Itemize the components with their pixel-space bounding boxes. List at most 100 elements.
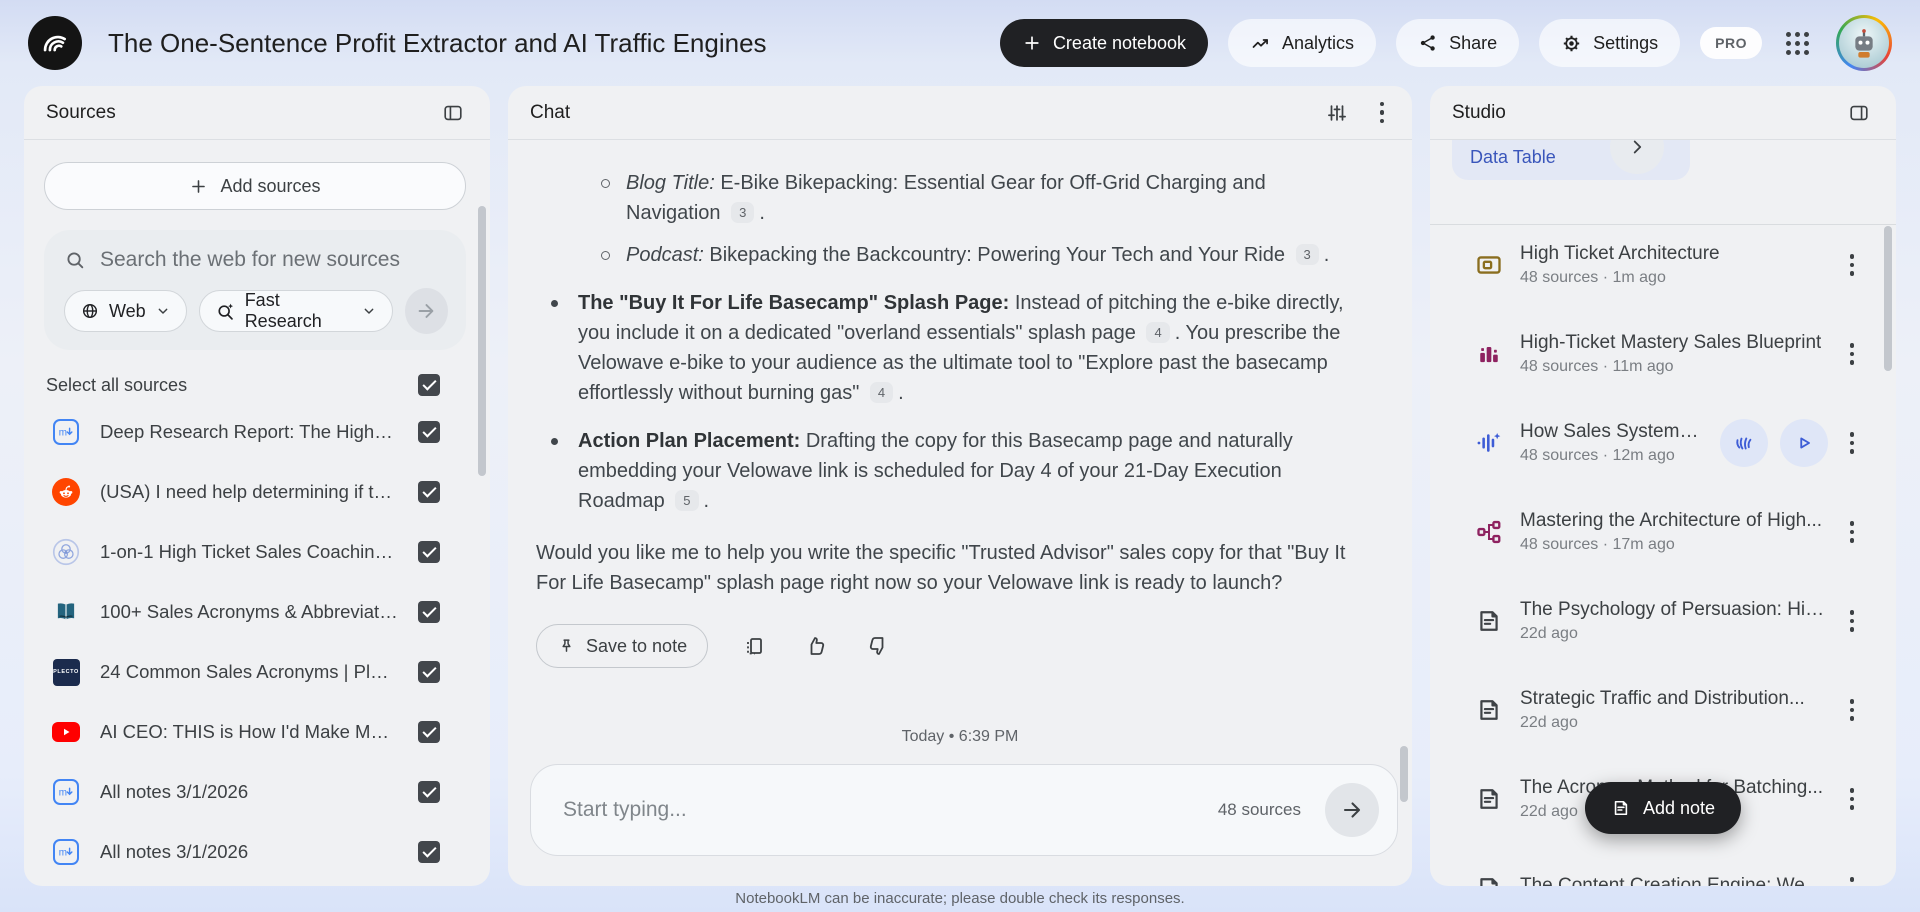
source-row[interactable]: (USA) I need help determining if this r.… bbox=[24, 462, 490, 522]
source-checkbox[interactable] bbox=[418, 601, 440, 623]
item-more-options-icon[interactable] bbox=[1844, 515, 1861, 549]
avatar[interactable] bbox=[1836, 15, 1892, 71]
item-more-options-icon[interactable] bbox=[1844, 426, 1861, 460]
sources-panel: Sources Add sources Web bbox=[24, 86, 490, 886]
search-icon bbox=[64, 249, 86, 271]
source-row[interactable]: m All notes 3/1/2026 bbox=[24, 822, 490, 882]
search-submit-button[interactable] bbox=[404, 288, 448, 334]
citation-chip[interactable]: 3 bbox=[1295, 244, 1319, 265]
list-item: Podcast: Bikepacking the Backcountry: Po… bbox=[598, 240, 1350, 270]
analytics-button[interactable]: Analytics bbox=[1228, 19, 1377, 67]
item-more-options-icon[interactable] bbox=[1844, 248, 1861, 282]
citation-chip[interactable]: 5 bbox=[675, 490, 699, 511]
add-sources-button[interactable]: Add sources bbox=[44, 162, 466, 210]
audio-overview-icon bbox=[1474, 429, 1504, 457]
share-button[interactable]: Share bbox=[1396, 19, 1520, 67]
studio-item[interactable]: Strategic Traffic and Distribution... 22… bbox=[1430, 676, 1896, 744]
thumbs-up-icon[interactable] bbox=[800, 630, 832, 662]
reddit-icon bbox=[52, 478, 80, 506]
send-button[interactable] bbox=[1325, 783, 1379, 837]
chat-input[interactable] bbox=[563, 798, 1194, 822]
svg-text:m: m bbox=[59, 848, 67, 859]
web-filter-dropdown[interactable]: Web bbox=[64, 290, 187, 332]
research-mode-dropdown[interactable]: Fast Research bbox=[198, 290, 393, 332]
avatar-robot-image bbox=[1839, 18, 1889, 68]
studio-scrollbar[interactable] bbox=[1884, 226, 1892, 371]
source-row[interactable]: m Deep Research Report: The High-Tick... bbox=[24, 402, 490, 462]
source-checkbox[interactable] bbox=[418, 661, 440, 683]
studio-item[interactable]: The Psychology of Persuasion: Hig... 22d… bbox=[1430, 587, 1896, 655]
list-item: Blog Title: E-Bike Bikepacking: Essentia… bbox=[598, 168, 1350, 228]
source-row[interactable]: PLECTO 24 Common Sales Acronyms | Plecto bbox=[24, 642, 490, 702]
chevron-down-icon bbox=[155, 303, 171, 319]
citation-chip[interactable]: 4 bbox=[1146, 322, 1170, 343]
source-row[interactable]: AI CEO: THIS is How I'd Make My First ..… bbox=[24, 702, 490, 762]
source-count: 48 sources bbox=[1217, 800, 1301, 819]
source-row[interactable]: 1-on-1 High Ticket Sales Coaching - K... bbox=[24, 522, 490, 582]
thumbs-down-icon[interactable] bbox=[862, 630, 894, 662]
citation-chip[interactable]: 3 bbox=[731, 202, 755, 223]
web-search-card: Web Fast Research bbox=[44, 230, 466, 350]
chat-timestamp: Today • 6:39 PM bbox=[901, 728, 1019, 745]
add-note-button[interactable]: Add note bbox=[1584, 782, 1742, 834]
studio-item[interactable]: High-Ticket Mastery Sales Blueprint 48 s… bbox=[1430, 320, 1896, 388]
item-more-options-icon[interactable] bbox=[1844, 782, 1861, 816]
list-item: The "Buy It For Life Basecamp" Splash Pa… bbox=[548, 288, 1350, 408]
item-more-options-icon[interactable] bbox=[1844, 693, 1861, 727]
note-icon bbox=[1611, 798, 1631, 818]
play-button[interactable] bbox=[1779, 419, 1828, 467]
chat-input-card: 48 sources bbox=[530, 764, 1398, 856]
studio-item[interactable]: Mastering the Architecture of High... 48… bbox=[1430, 498, 1896, 566]
source-checkbox[interactable] bbox=[418, 481, 440, 503]
copy-icon[interactable] bbox=[738, 630, 770, 662]
studio-panel-title: Studio bbox=[1452, 101, 1506, 123]
select-all-checkbox[interactable] bbox=[418, 374, 440, 396]
sources-panel-title: Sources bbox=[46, 101, 116, 123]
globe-icon bbox=[80, 301, 100, 321]
notebook-title[interactable]: The One-Sentence Profit Extractor and AI… bbox=[108, 28, 767, 59]
collapse-studio-panel-icon[interactable] bbox=[1844, 98, 1874, 128]
item-more-options-icon[interactable] bbox=[1844, 337, 1861, 371]
studio-item[interactable]: High Ticket Architecture 48 sources · 1m… bbox=[1430, 231, 1896, 299]
save-to-note-button[interactable]: Save to note bbox=[536, 624, 709, 668]
interactive-mode-button[interactable] bbox=[1719, 419, 1768, 467]
sources-panel-header: Sources bbox=[24, 86, 490, 140]
youtube-icon bbox=[52, 718, 80, 746]
studio-item[interactable]: How Sales Systems Map... 48 sources · 12… bbox=[1430, 409, 1896, 477]
sparkle-search-icon bbox=[215, 301, 236, 322]
search-input[interactable] bbox=[100, 248, 448, 272]
studio-item[interactable]: The Content Creation Engine: Wee... bbox=[1430, 854, 1896, 886]
flashcards-icon bbox=[1474, 251, 1504, 279]
settings-button[interactable]: Settings bbox=[1539, 19, 1681, 67]
source-checkbox[interactable] bbox=[418, 721, 440, 743]
pro-badge: PRO bbox=[1700, 27, 1762, 59]
select-all-sources-row: Select all sources bbox=[24, 350, 490, 402]
item-more-options-icon[interactable] bbox=[1844, 604, 1861, 638]
notebooklm-note-icon: m bbox=[52, 778, 80, 806]
source-checkbox[interactable] bbox=[418, 781, 440, 803]
app-header: The One-Sentence Profit Extractor and AI… bbox=[0, 0, 1920, 86]
message-actions: Save to note bbox=[536, 624, 1350, 668]
source-row[interactable]: 100+ Sales Acronyms & Abbreviations... bbox=[24, 582, 490, 642]
mindmap-icon bbox=[1474, 518, 1504, 546]
collapse-sources-panel-icon[interactable] bbox=[438, 98, 468, 128]
gear-icon bbox=[1561, 33, 1582, 54]
sources-scrollbar[interactable] bbox=[478, 206, 486, 476]
google-apps-icon[interactable] bbox=[1786, 31, 1812, 55]
notebooklm-note-icon: m bbox=[52, 838, 80, 866]
chat-scrollbar[interactable] bbox=[1400, 746, 1408, 802]
chat-more-options-icon[interactable] bbox=[1374, 96, 1391, 130]
source-checkbox[interactable] bbox=[418, 841, 440, 863]
create-notebook-button[interactable]: Create notebook bbox=[999, 19, 1209, 67]
report-chart-icon bbox=[1474, 340, 1504, 368]
source-checkbox[interactable] bbox=[418, 541, 440, 563]
notebooklm-logo-icon[interactable] bbox=[28, 16, 82, 70]
citation-chip[interactable]: 4 bbox=[869, 382, 894, 403]
item-more-options-icon[interactable] bbox=[1844, 871, 1861, 886]
source-checkbox[interactable] bbox=[418, 421, 440, 443]
note-icon bbox=[1474, 874, 1504, 886]
pin-icon bbox=[557, 637, 576, 656]
chat-settings-tune-icon[interactable] bbox=[1322, 98, 1352, 128]
source-row[interactable]: m All notes 3/1/2026 bbox=[24, 762, 490, 822]
trending-up-icon bbox=[1250, 33, 1271, 54]
